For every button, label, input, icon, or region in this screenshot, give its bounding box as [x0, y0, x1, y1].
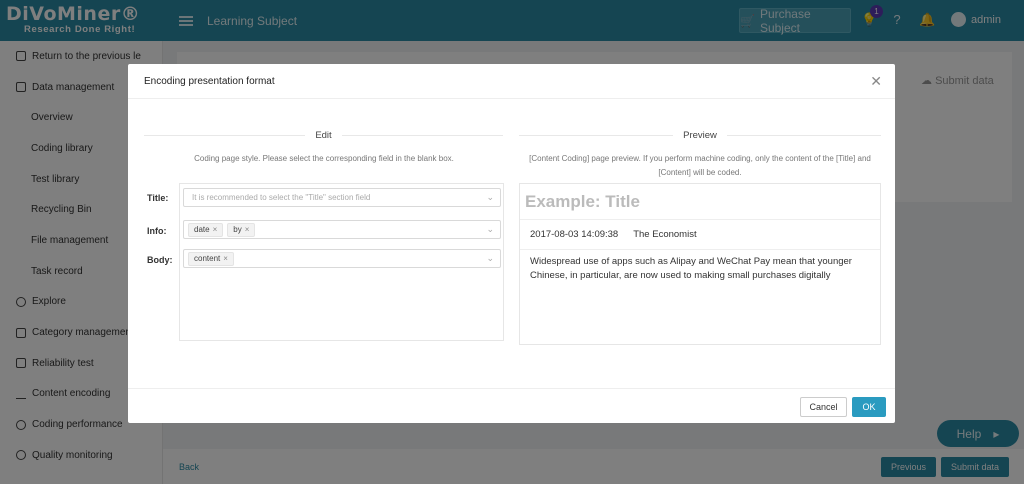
info-field-select[interactable]: date × by × ⌄	[183, 220, 501, 239]
chevron-down-icon: ⌄	[486, 224, 494, 234]
preview-body: Widespread use of apps such as Alipay an…	[530, 256, 852, 281]
preview-source: The Economist	[633, 229, 697, 240]
tag-content: content ×	[188, 251, 234, 266]
edit-section-heading: Edit	[144, 128, 503, 142]
chevron-down-icon: ⌄	[486, 192, 494, 202]
title-field-label: Title:	[147, 193, 169, 203]
remove-tag-icon[interactable]: ×	[213, 225, 218, 234]
title-field-select[interactable]: It is recommended to select the "Title" …	[183, 188, 501, 207]
tag-by: by ×	[227, 222, 256, 237]
body-field-label: Body:	[147, 255, 173, 265]
dialog-footer: Cancel OK	[128, 388, 895, 423]
encoding-format-dialog: Encoding presentation format ✕ Edit Prev…	[128, 64, 895, 423]
tag-date: date ×	[188, 222, 224, 237]
preview-meta: 2017-08-03 14:09:38 The Economist	[520, 220, 880, 250]
preview-title: Example: Title	[520, 184, 880, 220]
cancel-button[interactable]: Cancel	[800, 397, 847, 417]
body-field-select[interactable]: content × ⌄	[183, 249, 501, 268]
preview-date: 2017-08-03 14:09:38	[530, 229, 619, 240]
preview-description: [Content Coding] page preview. If you pe…	[529, 154, 871, 177]
remove-tag-icon[interactable]: ×	[245, 225, 250, 234]
edit-description: Coding page style. Please select the cor…	[194, 154, 454, 163]
preview-section-heading: Preview	[519, 128, 882, 142]
title-field-placeholder: It is recommended to select the "Title" …	[192, 193, 371, 202]
ok-button[interactable]: OK	[852, 397, 886, 417]
remove-tag-icon[interactable]: ×	[223, 254, 228, 263]
preview-box: Example: Title 2017-08-03 14:09:38 The E…	[519, 183, 881, 345]
dialog-title: Encoding presentation format	[128, 64, 895, 99]
chevron-down-icon: ⌄	[486, 253, 494, 263]
close-icon[interactable]: ✕	[870, 74, 882, 88]
info-field-label: Info:	[147, 226, 167, 236]
